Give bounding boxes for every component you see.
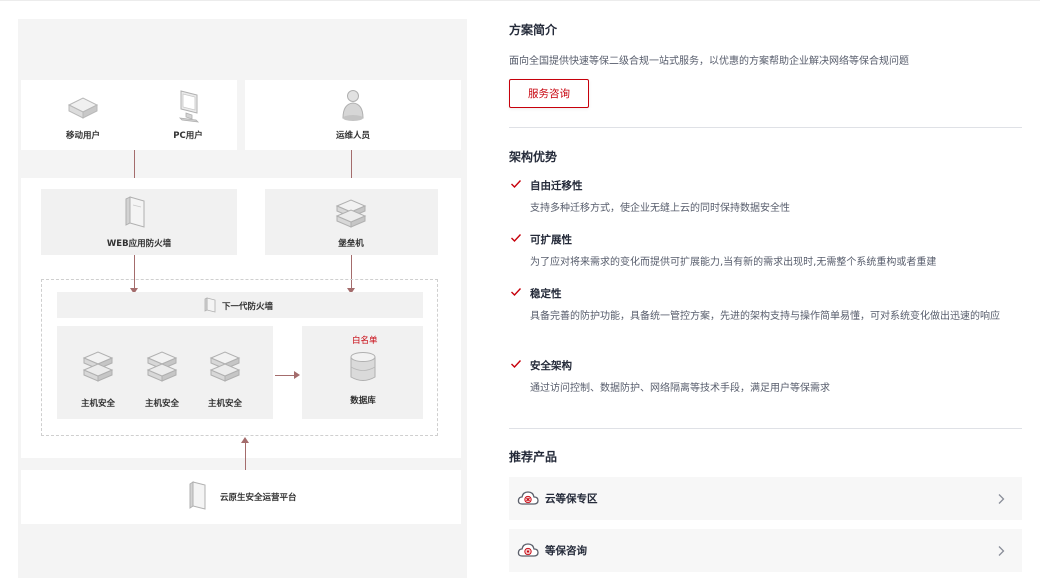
- host-security-label-3: 主机安全: [207, 399, 242, 409]
- host-security-label-2: 主机安全: [144, 399, 179, 409]
- advantage-title-1: 自由迁移性: [530, 180, 583, 192]
- top-divider: [0, 0, 1040, 1]
- check-icon: [511, 360, 522, 369]
- product-name-1: 云等保专区: [545, 493, 598, 505]
- host-security-icon-2: [146, 351, 178, 382]
- arrow-line-platform-zone: [245, 443, 246, 470]
- database-cylinder-icon: [350, 352, 376, 381]
- pc-monitor-icon: [178, 90, 200, 123]
- divider-1: [509, 127, 1022, 128]
- ngfw-icon: [204, 297, 216, 313]
- bastion-stack-icon: [335, 199, 367, 228]
- product-item-compliance-consulting[interactable]: 等保咨询: [509, 529, 1022, 572]
- advantage-title-4: 安全架构: [530, 360, 572, 372]
- arrow-line-host-db: [275, 375, 295, 376]
- product-item-cloud-compliance-zone[interactable]: 云等保专区: [509, 477, 1022, 520]
- chevron-right-icon: [998, 545, 1005, 556]
- chevron-right-icon: [998, 493, 1005, 504]
- arrow-head-platform-zone: [241, 437, 249, 443]
- advantage-desc-3: 具备完善的防护功能，具备统一管控方案，先进的架构支持与操作简单易懂，可对系统变化…: [530, 311, 1000, 322]
- pc-user-label: PC用户: [173, 131, 203, 141]
- arrow-head-host-db: [294, 371, 300, 379]
- mobile-user-label: 移动用户: [65, 131, 100, 141]
- cloud-shield-icon: [517, 490, 539, 505]
- check-icon: [511, 288, 522, 297]
- platform-server-icon: [189, 481, 206, 510]
- advantage-desc-2: 为了应对将来需求的变化而提供可扩展能力,当有新的需求出现时,无需整个系统重构或者…: [530, 257, 937, 268]
- host-security-icon-3: [209, 351, 241, 382]
- bastion-label: 堡垒机: [338, 239, 364, 249]
- advantage-title-2: 可扩展性: [530, 234, 572, 246]
- check-icon: [511, 180, 522, 189]
- divider-2: [509, 428, 1022, 429]
- waf-label: WEB应用防火墙: [106, 239, 172, 249]
- ops-staff-label: 运维人员: [335, 131, 370, 141]
- advantages-title: 架构优势: [509, 150, 558, 164]
- cloud-consult-icon: [517, 542, 539, 557]
- host-security-label-1: 主机安全: [80, 399, 115, 409]
- waf-server-icon: [125, 196, 145, 228]
- advantage-title-3: 稳定性: [530, 288, 562, 300]
- mobile-device-icon: [67, 97, 99, 119]
- products-title: 推荐产品: [509, 450, 558, 464]
- whitelist-label: 白名单: [352, 336, 378, 346]
- check-icon: [511, 234, 522, 243]
- advantage-desc-4: 通过访问控制、数据防护、网络隔离等技术手段，满足用户等保需求: [530, 383, 830, 394]
- service-consult-button[interactable]: 服务咨询: [509, 79, 589, 108]
- overview-title: 方案简介: [509, 23, 558, 37]
- product-name-2: 等保咨询: [545, 545, 587, 557]
- database-label: 数据库: [350, 396, 376, 406]
- overview-description: 面向全国提供快速等保二级合规一站式服务，以优惠的方案帮助企业解决网络等保合规问题: [509, 56, 909, 67]
- ops-person-icon: [342, 90, 364, 121]
- advantage-desc-1: 支持多种迁移方式，使企业无缝上云的同时保持数据安全性: [530, 203, 790, 214]
- cloud-platform-label: 云原生安全运营平台: [220, 493, 297, 503]
- architecture-diagram: 移动用户 PC用户 运维人员 WEB应用防火墙 堡垒机 下一代防火墙 主机安全 …: [18, 19, 467, 578]
- host-security-icon-1: [82, 351, 114, 382]
- ngfw-label: 下一代防火墙: [222, 302, 274, 312]
